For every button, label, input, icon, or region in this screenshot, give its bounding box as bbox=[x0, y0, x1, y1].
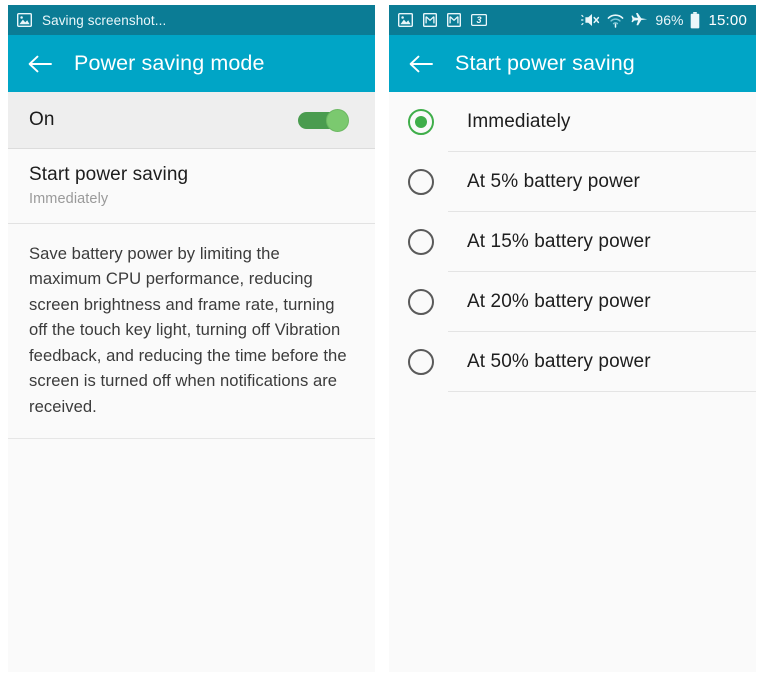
radio-button[interactable] bbox=[408, 349, 434, 375]
left-content: On Start power saving Immediately Save b… bbox=[8, 92, 375, 672]
option-row-5-percent[interactable]: At 5% battery power bbox=[389, 152, 756, 212]
mail-icon bbox=[447, 13, 461, 27]
left-status-bar-notifications: Saving screenshot... bbox=[17, 13, 366, 28]
status-notification-text: Saving screenshot... bbox=[42, 12, 167, 28]
status-bar-clock: 15:00 bbox=[708, 11, 747, 29]
option-row-immediately[interactable]: Immediately bbox=[389, 92, 756, 152]
option-row-50-percent[interactable]: At 50% battery power bbox=[389, 332, 756, 392]
right-status-bar-notifications: 3 bbox=[398, 13, 581, 27]
option-label: At 20% battery power bbox=[467, 291, 651, 312]
option-label: At 15% battery power bbox=[467, 231, 651, 252]
power-saving-toggle-row[interactable]: On bbox=[8, 92, 375, 149]
page-title: Power saving mode bbox=[74, 51, 265, 75]
page-title: Start power saving bbox=[455, 51, 635, 75]
right-app-bar: Start power saving bbox=[389, 35, 756, 92]
power-saving-switch[interactable] bbox=[298, 109, 349, 132]
back-arrow-icon[interactable] bbox=[25, 49, 55, 79]
description-block: Save battery power by limiting the maxim… bbox=[8, 224, 375, 440]
left-app-bar: Power saving mode bbox=[8, 35, 375, 92]
back-arrow-icon[interactable] bbox=[406, 49, 436, 79]
radio-button[interactable] bbox=[408, 169, 434, 195]
right-content: Immediately At 5% battery power At 15% b… bbox=[389, 92, 756, 672]
left-phone-screen: Saving screenshot... Power saving mode O… bbox=[8, 5, 375, 672]
option-label: At 50% battery power bbox=[467, 351, 651, 372]
start-power-saving-row[interactable]: Start power saving Immediately bbox=[8, 149, 375, 224]
switch-knob bbox=[326, 109, 349, 132]
radio-button[interactable] bbox=[408, 109, 434, 135]
image-icon bbox=[17, 13, 32, 27]
radio-button[interactable] bbox=[408, 289, 434, 315]
right-phone-screen: 3 96% 15:00 Start power saving Immediate… bbox=[389, 5, 756, 672]
start-power-saving-options: Immediately At 5% battery power At 15% b… bbox=[389, 92, 756, 392]
toggle-label: On bbox=[29, 109, 55, 130]
divider bbox=[448, 391, 756, 392]
battery-icon bbox=[690, 11, 700, 29]
screenshot-pair: Saving screenshot... Power saving mode O… bbox=[0, 0, 782, 694]
setting-title: Start power saving bbox=[29, 164, 189, 185]
radio-button[interactable] bbox=[408, 229, 434, 255]
right-status-bar: 3 96% 15:00 bbox=[389, 5, 756, 35]
option-label: Immediately bbox=[467, 111, 571, 132]
option-label: At 5% battery power bbox=[467, 171, 640, 192]
description-text: Save battery power by limiting the maxim… bbox=[29, 243, 347, 416]
mute-icon bbox=[581, 12, 600, 28]
option-row-20-percent[interactable]: At 20% battery power bbox=[389, 272, 756, 332]
setting-subtitle: Immediately bbox=[29, 190, 109, 207]
battery-percent-text: 96% bbox=[655, 12, 684, 28]
airplane-mode-icon bbox=[631, 12, 648, 28]
badge-3-icon: 3 bbox=[471, 14, 487, 26]
svg-text:3: 3 bbox=[476, 15, 481, 25]
wifi-icon bbox=[607, 13, 624, 28]
option-row-15-percent[interactable]: At 15% battery power bbox=[389, 212, 756, 272]
right-status-bar-indicators: 96% 15:00 bbox=[581, 11, 747, 29]
image-icon bbox=[398, 13, 413, 27]
mail-icon bbox=[423, 13, 437, 27]
left-status-bar: Saving screenshot... bbox=[8, 5, 375, 35]
